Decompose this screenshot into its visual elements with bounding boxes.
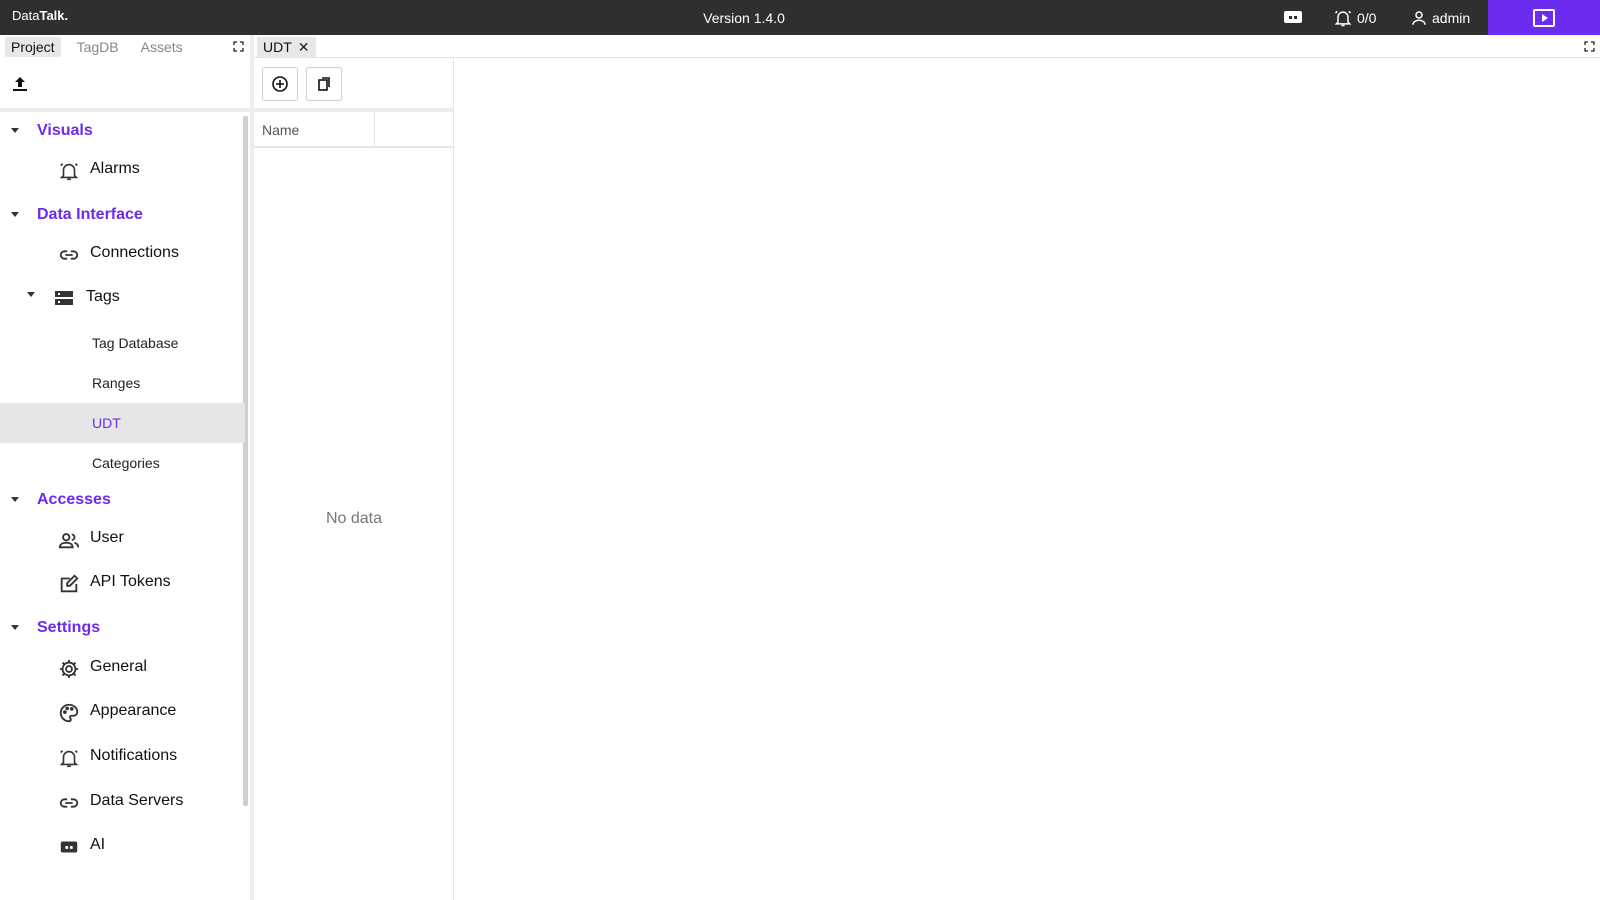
document-tabs: UDT ✕: [254, 35, 1600, 58]
top-bar: DataTalk. Version 1.4.0 0/0 admin: [0, 0, 1600, 35]
section-label: Accesses: [37, 491, 111, 508]
alarm-bell-icon: [1333, 8, 1353, 28]
tree-item-label: Connections: [90, 244, 179, 261]
copy-icon: [316, 76, 332, 92]
section-label: Visuals: [37, 122, 93, 139]
palette-icon: [58, 702, 79, 723]
divider: [0, 108, 250, 112]
tree-item-label: Ranges: [92, 375, 141, 391]
tab-project[interactable]: Project: [5, 36, 61, 57]
section-settings[interactable]: Settings: [0, 613, 245, 643]
tree-item-label: Data Servers: [90, 792, 184, 809]
column-resizer[interactable]: [374, 112, 375, 146]
left-panel-tabs: Project TagDB Assets: [0, 35, 250, 58]
section-accesses[interactable]: Accesses: [0, 485, 245, 515]
tree-item-label: General: [90, 658, 147, 675]
ai-chat-icon: [58, 836, 78, 856]
user-icon: [1410, 9, 1428, 27]
project-toolbar: [0, 58, 250, 110]
version-label: Version 1.4.0: [703, 10, 785, 26]
tree-item-label: Appearance: [90, 702, 177, 719]
close-icon[interactable]: ✕: [298, 40, 310, 54]
tree-item-label: UDT: [92, 415, 121, 431]
add-udt-button[interactable]: [262, 67, 298, 101]
alarm-indicator[interactable]: 0/0: [1333, 8, 1376, 28]
tree-item-categories[interactable]: Categories: [0, 443, 245, 483]
users-icon: [58, 529, 80, 549]
tree-item-user[interactable]: User: [0, 521, 245, 557]
expand-icon[interactable]: [233, 41, 244, 52]
link-icon: [58, 792, 79, 812]
gear-icon: [58, 658, 79, 679]
user-menu[interactable]: admin: [1410, 8, 1470, 28]
section-label: Settings: [37, 619, 101, 636]
alarm-bell-icon: [58, 747, 79, 768]
tab-assets[interactable]: Assets: [135, 37, 189, 57]
table-header: Name: [254, 112, 454, 148]
tree-item-notifications[interactable]: Notifications: [0, 739, 245, 775]
panel-divider[interactable]: [250, 35, 254, 900]
chevron-down-icon[interactable]: [11, 212, 19, 217]
tree-item-tag-database[interactable]: Tag Database: [0, 323, 245, 363]
tree-item-label: Tag Database: [92, 335, 179, 351]
tab-udt[interactable]: UDT ✕: [257, 37, 316, 57]
section-data-interface[interactable]: Data Interface: [0, 200, 245, 230]
add-circle-icon: [271, 75, 289, 93]
tree-item-label: AI: [90, 836, 106, 853]
tree-item-api-tokens[interactable]: API Tokens: [0, 565, 245, 601]
tree-item-ai[interactable]: AI: [0, 828, 245, 864]
tree-item-connections[interactable]: Connections: [0, 236, 245, 272]
user-name: admin: [1432, 10, 1471, 26]
tab-tagdb[interactable]: TagDB: [71, 37, 125, 57]
chevron-down-icon[interactable]: [11, 128, 19, 133]
tree-item-udt[interactable]: UDT: [0, 403, 245, 443]
copy-udt-button[interactable]: [306, 67, 342, 101]
column-header-name[interactable]: Name: [262, 122, 299, 138]
alarm-count: 0/0: [1357, 10, 1377, 26]
tab-label: UDT: [263, 39, 292, 55]
tree-item-appearance[interactable]: Appearance: [0, 694, 245, 730]
ai-chat-icon[interactable]: [1283, 9, 1303, 25]
presentation-play-button[interactable]: [1488, 0, 1600, 35]
section-visuals[interactable]: Visuals: [0, 116, 245, 146]
chevron-down-icon[interactable]: [11, 625, 19, 630]
panel-divider[interactable]: [453, 58, 454, 900]
section-label: Data Interface: [37, 206, 143, 223]
link-icon: [58, 244, 79, 264]
empty-state: No data: [325, 510, 383, 527]
tree-item-general[interactable]: General: [0, 650, 245, 686]
tree-item-tags[interactable]: Tags: [0, 280, 245, 316]
alarm-bell-icon: [58, 160, 79, 181]
expand-icon[interactable]: [1584, 41, 1595, 52]
tree-item-label: Alarms: [90, 160, 140, 177]
tree-item-ranges[interactable]: Ranges: [0, 363, 245, 403]
tree-item-label: User: [90, 529, 124, 546]
upload-icon[interactable]: [12, 76, 28, 92]
presentation-play-icon: [1533, 8, 1555, 27]
tree-item-data-servers[interactable]: Data Servers: [0, 784, 245, 820]
chevron-down-icon[interactable]: [27, 292, 35, 297]
edit-token-icon: [58, 573, 79, 593]
tree-item-label: API Tokens: [90, 573, 171, 590]
tree-item-alarms[interactable]: Alarms: [0, 152, 245, 188]
chevron-down-icon[interactable]: [11, 497, 19, 502]
tree-item-label: Tags: [86, 288, 120, 305]
tree-item-label: Categories: [92, 455, 160, 471]
tree-item-label: Notifications: [90, 747, 178, 764]
storage-icon: [54, 288, 74, 308]
